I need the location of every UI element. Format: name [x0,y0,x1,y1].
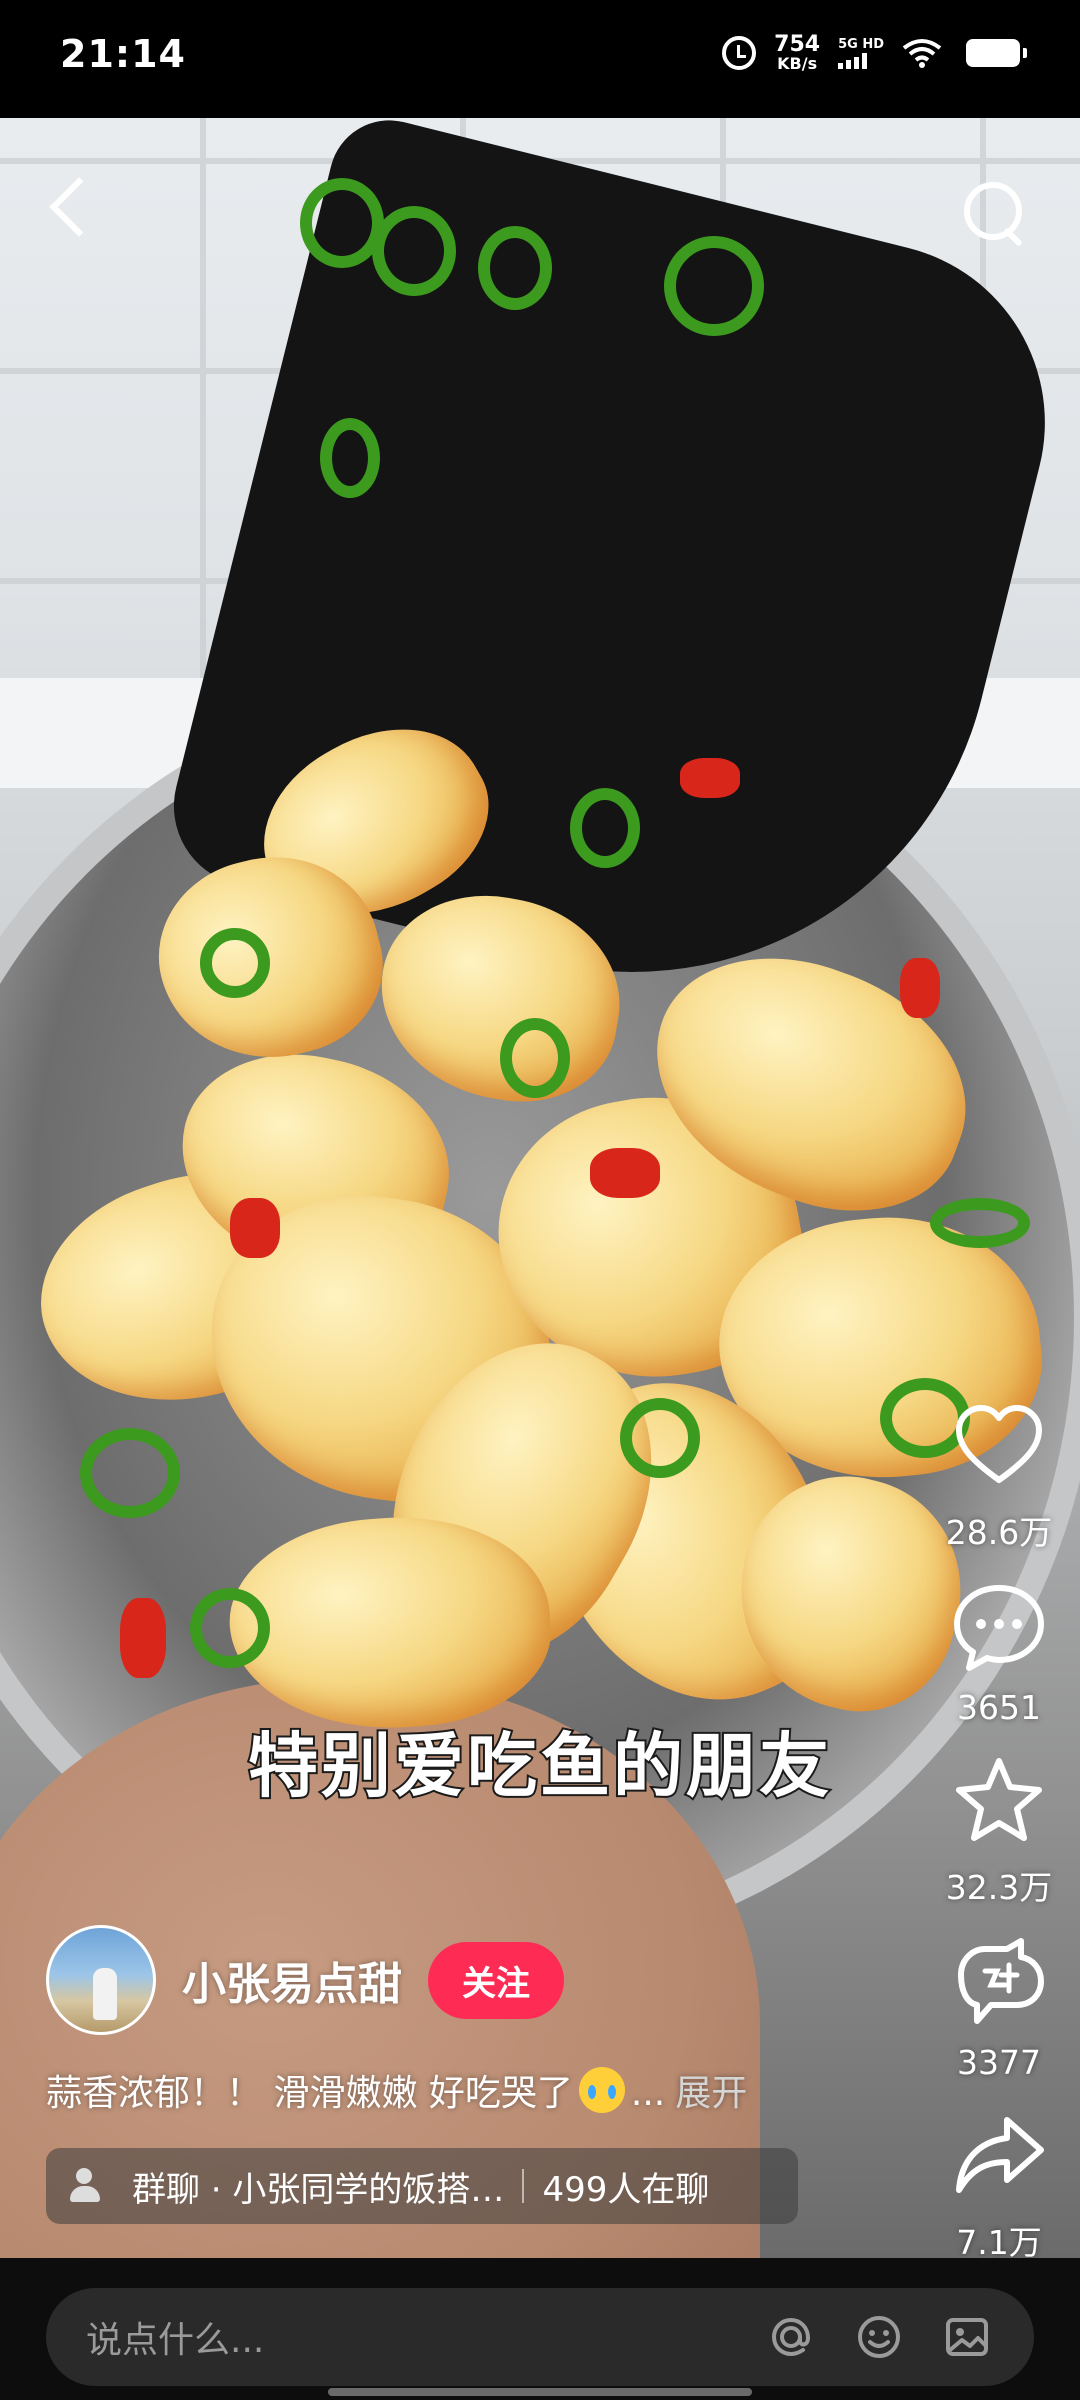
image-icon[interactable] [940,2310,994,2364]
like-button[interactable]: 28.6万 [946,1398,1052,1554]
status-bar: 21:14 754 KB/s 5G HD [0,0,1080,118]
at-icon[interactable] [764,2310,818,2364]
author-row: 小张易点甜 关注 [46,1925,564,2035]
back-icon[interactable] [44,168,104,248]
chili-ring [478,226,552,310]
chili-ring [320,418,380,498]
net-speed-value: 754 [774,32,821,57]
video-player[interactable]: 特别爱吃鱼的朋友 28.6万 3651 32.3万 3377 7.1万 小张易点… [0,118,1080,2258]
video-caption: 特别爱吃鱼的朋友 [246,1723,832,1809]
comment-icon [954,1585,1044,1671]
like-count: 28.6万 [945,1513,1053,1552]
remix-button[interactable]: 3377 [951,1935,1047,2082]
share-icon [956,2117,1044,2193]
comment-input[interactable]: 说点什么... [46,2288,1034,2386]
network-tag: 5G HD [838,36,884,52]
net-speed: 754 KB/s [774,34,820,72]
battery-icon [966,39,1027,67]
status-time: 21:14 [60,32,186,76]
signal-icon: 5G HD [838,38,884,69]
comment-bar: 说点什么... [0,2258,1080,2400]
remix-icon [958,1938,1044,2024]
star-icon [955,1758,1042,1841]
comment-count: 3651 [957,1688,1041,1727]
crying-face-emoji [578,2067,625,2113]
fish-dish [0,638,1080,1818]
net-speed-unit: KB/s [777,54,818,73]
comment-placeholder: 说点什么... [86,2320,265,2361]
avatar[interactable] [46,1925,156,2035]
wifi-icon [902,38,942,68]
heart-icon [955,1405,1042,1483]
share-count: 7.1万 [956,2223,1042,2258]
favorite-button[interactable]: 32.3万 [946,1753,1052,1909]
author-name[interactable]: 小张易点甜 [182,1948,402,2012]
description-ellipsis: ... [630,2073,666,2114]
share-button[interactable]: 7.1万 [951,2108,1047,2258]
expand-link[interactable]: 展开 [675,2073,747,2114]
chili-ring [372,206,456,296]
comment-button[interactable]: 3651 [951,1580,1047,1727]
group-chat-members: 499人在聊 [542,2169,710,2210]
group-chat-name: 群聊 · 小张同学的饭搭… [132,2169,505,2210]
status-icons: 754 KB/s 5G HD [722,34,1027,72]
home-indicator[interactable] [328,2388,752,2396]
favorite-count: 32.3万 [945,1868,1053,1907]
group-chat-pill[interactable]: 群聊 · 小张同学的饭搭… 499人在聊 [46,2148,798,2224]
alarm-icon [722,36,757,70]
action-rail: 28.6万 3651 32.3万 3377 7.1万 [934,1398,1064,2258]
chili-ring [664,236,764,336]
emoji-icon[interactable] [852,2310,906,2364]
search-icon[interactable] [958,176,1028,246]
follow-button[interactable]: 关注 [428,1941,564,2019]
divider [522,2169,525,2203]
remix-count: 3377 [957,2043,1041,2082]
description-text: 蒜香浓郁！！ 滑滑嫩嫩 好吃哭了 [46,2073,573,2114]
video-description[interactable]: 蒜香浓郁！！ 滑滑嫩嫩 好吃哭了... 展开 [46,2064,747,2116]
group-icon [70,2168,114,2204]
